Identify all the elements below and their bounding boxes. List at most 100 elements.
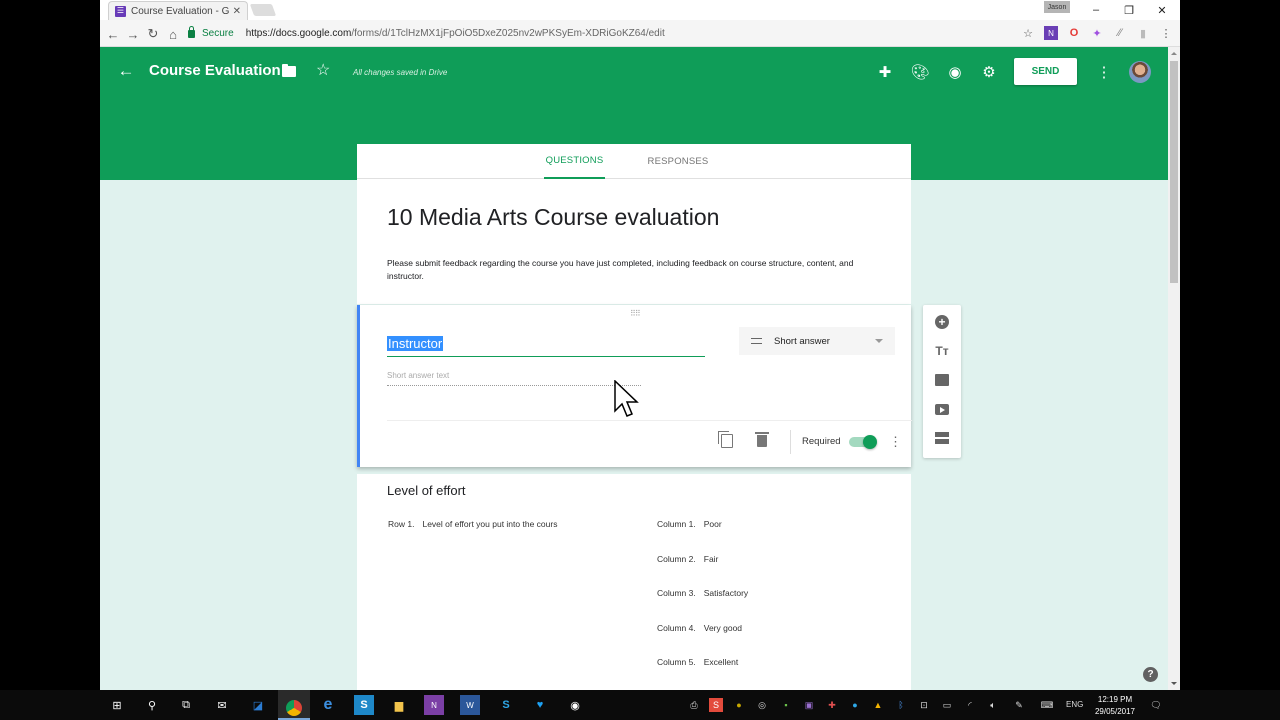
volume-icon[interactable]: 🔈︎ (986, 698, 1000, 712)
skype-icon[interactable]: S (496, 695, 516, 715)
document-title[interactable]: Course Evaluation (149, 62, 281, 79)
url-path: /forms/d/1TclHzMX1jFpOiO5DxeZ025nv2wPKSy… (351, 28, 665, 39)
home-icon[interactable]: ⌂ (164, 25, 182, 43)
search-icon[interactable]: ⚲ (142, 695, 162, 715)
file-explorer-icon[interactable]: ▆ (389, 695, 409, 715)
short-answer-icon (751, 338, 762, 344)
tray-app-icon[interactable]: ⊡ (917, 698, 931, 712)
form-description[interactable]: Please submit feedback regarding the cou… (387, 257, 887, 283)
question-more-icon[interactable]: ⋮ (889, 434, 902, 450)
chrome-taskbar-icon[interactable] (278, 690, 310, 720)
duplicate-icon[interactable] (718, 431, 733, 448)
column-number: Column 2. (657, 554, 696, 564)
edge-icon[interactable]: e (318, 695, 338, 715)
sway-icon[interactable]: S (354, 695, 374, 715)
skype-tray-icon[interactable]: ● (848, 698, 862, 712)
tab-questions[interactable]: QUESTIONS (544, 144, 605, 179)
extension-icon[interactable]: ⁄⁄ (1113, 26, 1127, 40)
new-tab-button[interactable] (249, 4, 277, 16)
cortana-icon[interactable]: ◉ (565, 695, 585, 715)
short-answer-placeholder: Short answer text (387, 371, 641, 386)
bookmark-star-icon[interactable]: ☆ (1021, 26, 1035, 40)
page-scrollbar[interactable] (1168, 47, 1180, 690)
back-icon[interactable]: ← (104, 25, 122, 43)
shield-extension-icon[interactable]: ▮ (1136, 26, 1150, 40)
help-icon[interactable]: ? (1143, 667, 1158, 682)
opera-extension-icon[interactable]: O (1067, 26, 1081, 40)
tray-app-icon[interactable]: ● (732, 698, 746, 712)
start-windows-icon[interactable]: ⊞ (107, 695, 127, 715)
addon-icon[interactable]: ✚ (874, 61, 896, 83)
dropdown-caret-icon (875, 339, 883, 343)
question-title-selected-text: Instructor (387, 336, 444, 351)
grid-column: Column 2. Fair (657, 554, 718, 564)
tray-app-icon[interactable]: ▣ (802, 698, 816, 712)
mail-icon[interactable]: ✉ (212, 695, 232, 715)
keyboard-icon[interactable]: ⌨ (1040, 698, 1054, 712)
tray-app-icon[interactable]: ◎ (755, 698, 769, 712)
scroll-thumb[interactable] (1170, 61, 1178, 283)
palette-icon[interactable]: 🎨︎ (909, 61, 931, 83)
task-view-icon[interactable]: ⧉ (176, 695, 196, 715)
address-bar[interactable]: Secure https://docs.google.com/forms/d/1… (188, 23, 1038, 44)
folder-icon[interactable] (282, 64, 296, 77)
grid-column: Column 5. Excellent (657, 657, 738, 667)
add-question-icon[interactable]: + (932, 312, 952, 332)
drag-handle-icon[interactable]: ⠿⠿ (630, 309, 641, 318)
scroll-down-icon[interactable] (1171, 682, 1177, 685)
question-title-input[interactable]: Instructor (387, 335, 705, 357)
tray-app-icon[interactable]: S (709, 698, 723, 712)
question-card-grid[interactable]: Level of effort Row 1. Level of effort yo… (357, 474, 911, 690)
preview-eye-icon[interactable]: ◉ (944, 61, 966, 83)
word-icon[interactable]: W (460, 695, 480, 715)
add-title-icon[interactable]: Tт (932, 341, 952, 361)
printer-icon[interactable]: ⎙ (687, 698, 701, 712)
forms-favicon-icon: ☰ (115, 5, 126, 17)
wifi-icon[interactable]: ◜ (963, 698, 977, 712)
send-button[interactable]: SEND (1014, 58, 1077, 85)
question-type-dropdown[interactable]: Short answer (739, 327, 895, 355)
scroll-up-icon[interactable] (1171, 52, 1177, 55)
star-icon[interactable]: ☆ (316, 60, 330, 80)
back-arrow-icon[interactable]: ← (116, 61, 136, 81)
google-drive-icon[interactable]: ▲ (871, 698, 885, 712)
column-label: Satisfactory (703, 588, 749, 598)
secure-label: Secure (202, 28, 234, 39)
browser-tab[interactable]: ☰ Course Evaluation - Goo ✕ (108, 1, 248, 20)
pen-icon[interactable]: ✎ (1012, 698, 1026, 712)
tab-responses[interactable]: RESPONSES (642, 144, 714, 179)
settings-gear-icon[interactable]: ⚙ (978, 61, 1000, 83)
chrome-menu-icon[interactable]: ⋮ (1159, 26, 1173, 40)
required-label: Required (802, 436, 841, 447)
divider (790, 430, 791, 454)
avatar[interactable] (1129, 61, 1151, 83)
tab-close-icon[interactable]: ✕ (233, 6, 241, 17)
required-toggle[interactable] (849, 435, 877, 449)
restore-button[interactable]: ❐ (1119, 2, 1139, 18)
add-item-toolbar: + Tт (923, 305, 961, 458)
close-window-button[interactable]: ✕ (1152, 2, 1172, 18)
add-image-icon[interactable] (932, 370, 952, 390)
bluetooth-icon[interactable]: ᛒ (894, 698, 908, 712)
twitter-icon[interactable]: ♥ (530, 695, 550, 715)
profile-badge[interactable]: Jason (1044, 1, 1070, 13)
action-center-icon[interactable]: 🗨︎ (1149, 698, 1163, 712)
more-options-icon[interactable]: ⋮ (1097, 61, 1112, 83)
add-video-icon[interactable] (932, 399, 952, 419)
tray-app-icon[interactable]: ▪ (779, 698, 793, 712)
puzzle-extension-icon[interactable]: ✦ (1090, 26, 1104, 40)
add-section-icon[interactable] (932, 428, 952, 448)
onenote-icon[interactable]: N (424, 695, 444, 715)
outlook-icon[interactable]: ◪ (248, 695, 268, 715)
system-clock[interactable]: 12:19 PM 29/05/2017 (1092, 694, 1138, 718)
delete-icon[interactable] (755, 432, 769, 447)
onenote-extension-icon[interactable]: N (1044, 26, 1058, 40)
form-title[interactable]: 10 Media Arts Course evaluation (387, 204, 719, 231)
minimize-button[interactable]: – (1086, 2, 1106, 18)
grid-column: Column 1. Poor (657, 519, 722, 529)
language-indicator[interactable]: ENG (1066, 700, 1083, 709)
forward-icon[interactable]: → (124, 25, 142, 43)
security-icon[interactable]: ✚ (825, 698, 839, 712)
battery-icon[interactable]: ▭ (940, 698, 954, 712)
reload-icon[interactable]: ↻ (144, 25, 162, 43)
